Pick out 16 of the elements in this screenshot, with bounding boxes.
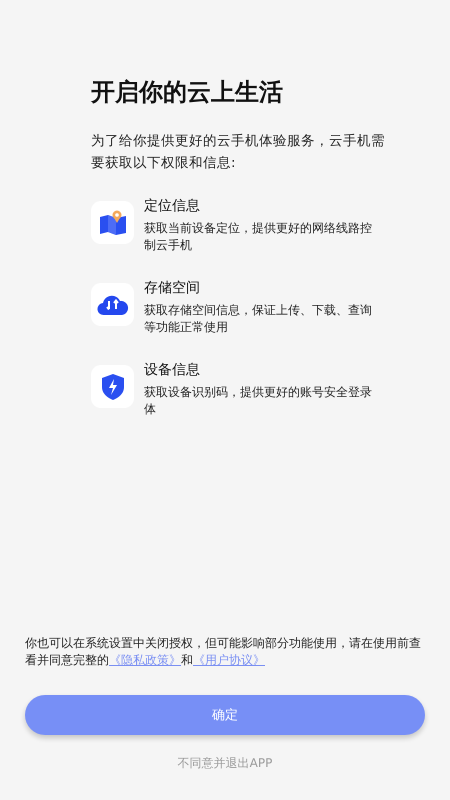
permission-title: 存储空间 [144,279,201,298]
permission-description: 获取当前设备定位，提供更好的网络线路控制云手机 [144,220,373,254]
decline-link[interactable]: 不同意并退出APP [178,755,272,772]
shield-icon [100,372,124,400]
permission-description: 获取设备识别码，提供更好的账号安全登录体 [144,384,373,418]
map-pin-icon [98,208,128,236]
notice-text: 你也可以在系统设置中关闭授权，但可能影响部分功能使用，请在使用前查看并同意完整的《隐私政策》和《用户协议》 [25,635,422,669]
cloud-icon [96,294,128,316]
privacy-policy-link[interactable]: 《隐私政策》 [109,653,181,667]
confirm-button[interactable]: 确定 [25,695,425,735]
user-agreement-link[interactable]: 《用户协议》 [193,653,265,667]
permission-title: 设备信息 [144,361,201,380]
permission-description: 获取存储空间信息，保证上传、下载、查询等功能正常使用 [144,302,373,336]
page-title: 开启你的云上生活 [91,77,284,108]
permission-title: 定位信息 [144,197,201,216]
intro-text: 为了给你提供更好的云手机体验服务，云手机需要获取以下权限和信息: [91,132,386,173]
